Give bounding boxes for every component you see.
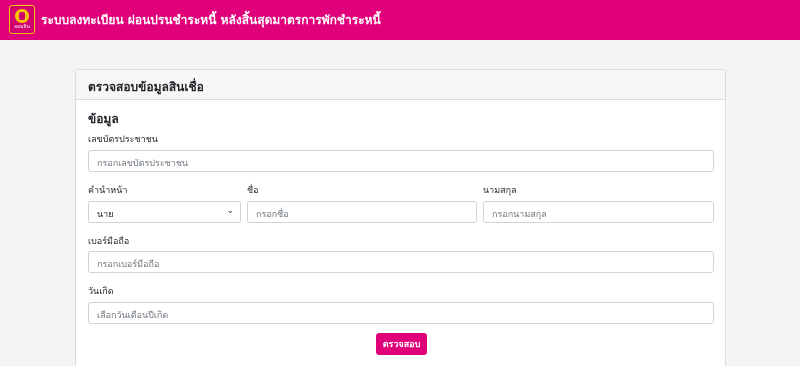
first-name-label: ชื่อ	[247, 186, 259, 196]
id-card-input[interactable]: กรอกเลขบัตรประชาชน	[88, 150, 714, 172]
birthdate-label: วันเกิด	[88, 287, 114, 297]
phone-label: เบอร์มือถือ	[88, 237, 130, 247]
app-title: ระบบลงทะเบียน ผ่อนปรนชำระหนี้ หลังสิ้นสุ…	[41, 13, 381, 27]
last-name-input[interactable]: กรอกนามสกุล	[483, 201, 714, 223]
id-card-label: เลขบัตรประชาชน	[88, 135, 158, 145]
prefix-select[interactable]: นาย ⌄	[88, 201, 241, 223]
prefix-label: คำนำหน้า	[88, 186, 128, 196]
last-name-label: นามสกุล	[483, 186, 517, 196]
top-bar: ออมสิน ระบบลงทะเบียน ผ่อนปรนชำระหนี้ หลั…	[0, 0, 800, 40]
card-title: ตรวจสอบข้อมูลสินเชื่อ	[76, 70, 725, 100]
phone-input[interactable]: กรอกเบอร์มือถือ	[88, 251, 714, 273]
prefix-value: นาย	[97, 210, 114, 220]
loan-check-card: ตรวจสอบข้อมูลสินเชื่อ ข้อมูล เลขบัตรประช…	[75, 69, 726, 366]
section-title: ข้อมูล	[88, 112, 119, 126]
chevron-down-icon: ⌄	[226, 206, 234, 216]
first-name-input[interactable]: กรอกชื่อ	[247, 201, 477, 223]
check-button[interactable]: ตรวจสอบ	[376, 333, 427, 355]
gsb-logo-icon: ออมสิน	[9, 5, 35, 34]
birthdate-input[interactable]: เลือกวันเดือนปีเกิด	[88, 302, 714, 324]
logo-text: ออมสิน	[14, 24, 30, 30]
